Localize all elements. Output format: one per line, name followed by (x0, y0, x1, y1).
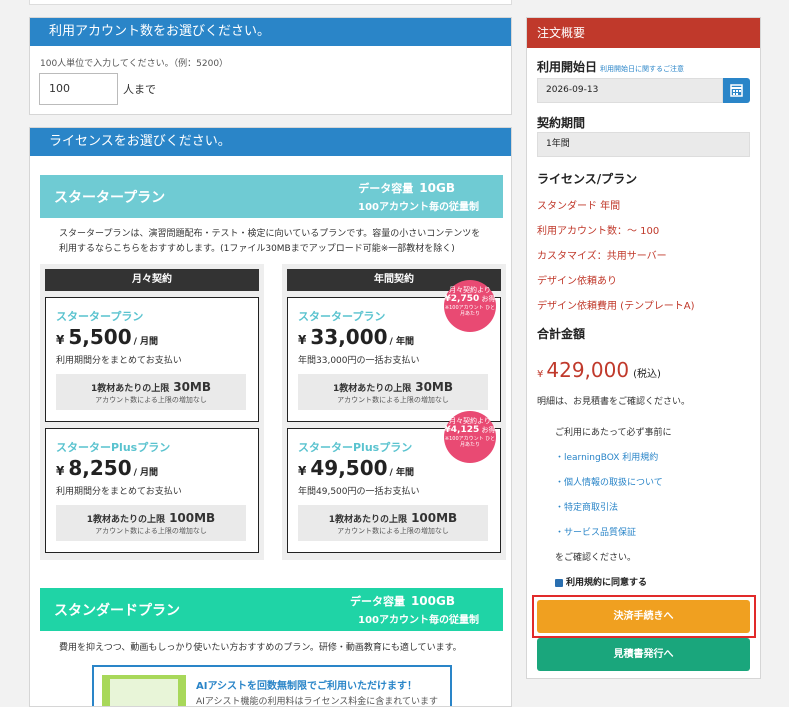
terms-intro: ご利用にあたって必ず事前に (555, 428, 672, 438)
plan-line: スタンダード 年間 (537, 201, 621, 212)
yearly-plans-column: 年間契約 スタータープラン ¥33,000/ 年間 年間33,000円の一括お支… (282, 264, 506, 560)
plan-card-limit: 1教材あたりの上限 30MB アカウント数による上限の増加なし (298, 374, 488, 410)
plan-card-note: 年間33,000円の一括お支払い (298, 356, 420, 366)
contract-period-field: 1年間 (537, 132, 750, 157)
plan-card-note: 年間49,500円の一括お支払い (298, 487, 420, 497)
sla-link[interactable]: ・サービス品質保証 (555, 525, 636, 538)
starter-description: スタータープランは、演習問題配布・テスト・検定に向いているプランです。容量の小さ… (59, 229, 481, 254)
starter-capacity: データ容量 10GB (358, 181, 455, 195)
plan-card-limit: 1教材あたりの上限 100MB アカウント数による上限の増加なし (298, 505, 488, 541)
discount-badge: 月々契約より ¥2,750 お得 ※100アカウント ひと月あたり (444, 280, 496, 332)
top-panel-edge (29, 0, 512, 5)
plan-card-price: ¥5,500/ 月間 (56, 325, 159, 349)
plan-card-title: スタータープラン (298, 310, 386, 323)
start-date-field[interactable]: 2026-09-13 (537, 78, 723, 103)
ai-assist-illustration (102, 675, 186, 706)
plan-summary-label: ライセンス/プラン (537, 172, 638, 186)
plan-card-starterplus-monthly[interactable]: スターターPlusプラン ¥8,250/ 月間 利用期間分をまとめてお支払い 1… (45, 428, 259, 553)
standard-plan-banner[interactable]: スタンダードプラン データ容量 100GB 100アカウント毎の従量制 (40, 588, 503, 631)
issue-quote-button[interactable]: 見積書発行へ (537, 638, 750, 671)
plan-card-limit: 1教材あたりの上限 100MB アカウント数による上限の増加なし (56, 505, 246, 541)
account-hint: 100人単位で入力してください。（例：5200） (40, 59, 229, 69)
order-summary-panel: 注文概要 利用開始日 利用開始日に関するご注意 2026-09-13 契約期間 1… (526, 17, 761, 679)
terms-link[interactable]: ・learningBOX 利用規約 (555, 450, 658, 463)
monthly-plans-column: 月々契約 スタータープラン ¥5,500/ 月間 利用期間分をまとめてお支払い … (40, 264, 264, 560)
plan-line: カスタマイズ：共用サーバー (537, 251, 667, 262)
plan-card-price: ¥33,000/ 年間 (298, 325, 414, 349)
standard-cap-note: 100アカウント毎の従量制 (358, 615, 479, 626)
start-date-label: 利用開始日 利用開始日に関するご注意 (537, 60, 685, 74)
total-amount: ¥429,000 (税込) (537, 358, 661, 382)
privacy-link[interactable]: ・個人情報の取扱について (555, 475, 663, 488)
ai-assist-title: AIアシストを回数無制限でご利用いただけます！ (196, 681, 418, 692)
starter-cap-note: 100アカウント毎の従量制 (358, 202, 479, 213)
starter-plan-name: スタータープラン (54, 190, 166, 206)
account-panel-title: 利用アカウント数をお選びください。 (30, 18, 511, 46)
monthly-column-header: 月々契約 (45, 269, 259, 291)
proceed-payment-button[interactable]: 決済手続きへ (537, 600, 750, 633)
contract-period-label: 契約期間 (537, 116, 586, 130)
estimate-note: 明細は、お見積書をご確認ください。 (537, 397, 691, 407)
starter-plan-banner[interactable]: スタータープラン データ容量 10GB 100アカウント毎の従量制 (40, 175, 503, 218)
start-date-note-link[interactable]: 利用開始日に関するご注意 (600, 65, 684, 73)
plan-card-title: スターターPlusプラン (56, 441, 171, 454)
plan-line: デザイン依頼費用 (テンプレートA) (537, 301, 695, 312)
discount-badge: 月々契約より ¥4,125 お得 ※100アカウント ひと月あたり (444, 411, 496, 463)
order-summary-title: 注文概要 (527, 18, 760, 48)
plan-card-price: ¥8,250/ 月間 (56, 456, 159, 480)
plan-card-note: 利用期間分をまとめてお支払い (56, 487, 182, 497)
commerce-law-link[interactable]: ・特定商取引法 (555, 500, 618, 513)
license-panel-title: ライセンスをお選びください。 (30, 128, 511, 156)
standard-plan-name: スタンダードプラン (54, 603, 180, 619)
checkbox-checked-icon[interactable] (555, 578, 563, 587)
plan-card-starter-monthly[interactable]: スタータープラン ¥5,500/ 月間 利用期間分をまとめてお支払い 1教材あた… (45, 297, 259, 422)
plan-line: デザイン依頼あり (537, 276, 617, 287)
license-panel: ライセンスをお選びください。 スタータープラン データ容量 10GB 100アカウ… (29, 127, 512, 707)
standard-description: 費用を抑えつつ、動画もしっかり使いたい方おすすめのプラン。研修・動画教育にも適し… (59, 643, 462, 653)
plan-card-title: スターターPlusプラン (298, 441, 413, 454)
plan-card-title: スタータープラン (56, 310, 144, 323)
calendar-icon[interactable] (723, 78, 750, 103)
total-label: 合計金額 (537, 327, 586, 341)
agree-terms-checkbox[interactable]: 利用規約に同意する (555, 575, 647, 588)
account-unit-label: 人まで (123, 83, 156, 96)
plan-card-limit: 1教材あたりの上限 30MB アカウント数による上限の増加なし (56, 374, 246, 410)
account-count-panel: 利用アカウント数をお選びください。 100人単位で入力してください。（例：520… (29, 17, 512, 115)
plan-card-note: 利用期間分をまとめてお支払い (56, 356, 182, 366)
standard-capacity: データ容量 100GB (349, 594, 455, 608)
account-count-input[interactable]: 100 (39, 73, 118, 105)
plan-card-price: ¥49,500/ 年間 (298, 456, 414, 480)
terms-outro: をご確認ください。 (555, 553, 637, 563)
plan-line: 利用アカウント数：～ 100 (537, 226, 660, 237)
